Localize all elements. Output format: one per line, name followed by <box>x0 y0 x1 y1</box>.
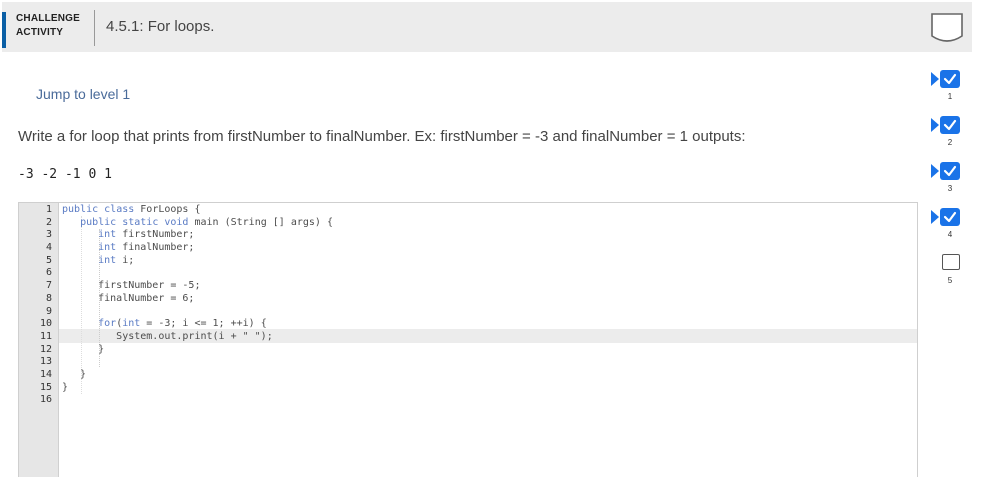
code-line[interactable]: 13 <box>19 356 917 369</box>
code-line[interactable]: 12 } <box>19 344 917 357</box>
line-number: 14 <box>39 368 52 380</box>
header-divider <box>94 10 95 46</box>
code-line[interactable]: 2 public static void main (String [] arg… <box>19 217 917 230</box>
code-lines[interactable]: 1 public class ForLoops {2 public static … <box>19 204 917 407</box>
caret-right-icon <box>931 72 939 86</box>
line-number: 2 <box>45 216 52 228</box>
empty-level-box <box>942 254 960 270</box>
code-line[interactable]: 5 int i; <box>19 255 917 268</box>
code-line[interactable]: 15} <box>19 382 917 395</box>
line-number: 5 <box>45 254 52 266</box>
level-2[interactable]: 2 <box>931 116 967 156</box>
code-line[interactable]: 9 <box>19 306 917 319</box>
challenge-prompt: Write a for loop that prints from firstN… <box>18 128 746 145</box>
code-editor[interactable]: 1 public class ForLoops {2 public static … <box>18 202 918 477</box>
level-indicator: 1 2 3 4 5 <box>931 70 967 300</box>
checkmark-icon <box>940 70 960 88</box>
line-number: 16 <box>39 394 52 406</box>
code-text[interactable]: public class ForLoops { <box>62 204 201 217</box>
level-5[interactable]: 5 <box>931 254 967 294</box>
caret-right-icon <box>931 118 939 132</box>
code-text[interactable]: int firstNumber; <box>62 229 194 242</box>
line-number: 1 <box>45 204 52 215</box>
code-line[interactable]: 7 firstNumber = -5; <box>19 280 917 293</box>
code-line[interactable]: 1 public class ForLoops { <box>19 204 917 217</box>
level-3[interactable]: 3 <box>931 162 967 202</box>
caret-right-icon <box>931 164 939 178</box>
code-text[interactable]: firstNumber = -5; <box>62 280 200 293</box>
code-text[interactable]: finalNumber = 6; <box>62 293 194 306</box>
code-text[interactable]: } <box>62 369 86 382</box>
checkmark-icon <box>940 116 960 134</box>
jump-to-level-link[interactable]: Jump to level 1 <box>36 86 130 102</box>
caret-right-icon <box>931 210 939 224</box>
code-text[interactable]: public static void main (String [] args)… <box>62 217 333 230</box>
line-number: 12 <box>39 343 52 355</box>
code-line[interactable]: 11 System.out.print(i + " "); <box>19 331 917 344</box>
code-text[interactable]: int i; <box>62 255 134 268</box>
label-line-1: CHALLENGE <box>16 13 81 24</box>
level-number: 3 <box>947 184 953 193</box>
line-number: 4 <box>45 242 52 254</box>
code-text[interactable]: for(int = -3; i <= 1; ++i) { <box>62 318 267 331</box>
code-line[interactable]: 6 <box>19 267 917 280</box>
code-line[interactable]: 8 finalNumber = 6; <box>19 293 917 306</box>
code-line[interactable]: 16 <box>19 394 917 407</box>
line-number: 7 <box>45 280 52 292</box>
example-output: -3 -2 -1 0 1 <box>18 167 112 182</box>
header-accent-bar <box>2 12 6 48</box>
level-1[interactable]: 1 <box>931 70 967 110</box>
checkmark-icon <box>940 162 960 180</box>
line-number: 9 <box>45 305 52 317</box>
level-number: 2 <box>947 138 953 147</box>
code-text[interactable]: System.out.print(i + " "); <box>62 331 273 344</box>
level-number: 4 <box>947 230 953 239</box>
line-number: 10 <box>39 318 52 330</box>
line-number: 3 <box>45 229 52 241</box>
code-line[interactable]: 3 int firstNumber; <box>19 229 917 242</box>
code-line[interactable]: 10 for(int = -3; i <= 1; ++i) { <box>19 318 917 331</box>
code-text[interactable]: } <box>62 382 68 395</box>
line-number: 8 <box>45 292 52 304</box>
line-number: 13 <box>39 356 52 368</box>
level-4[interactable]: 4 <box>931 208 967 248</box>
activity-title: 4.5.1: For loops. <box>106 18 215 35</box>
code-line[interactable]: 14 } <box>19 369 917 382</box>
code-text[interactable]: } <box>62 344 104 357</box>
code-line[interactable]: 4 int finalNumber; <box>19 242 917 255</box>
code-text[interactable]: int finalNumber; <box>62 242 194 255</box>
challenge-header: CHALLENGE ACTIVITY 4.5.1: For loops. <box>2 2 972 52</box>
line-number: 15 <box>39 381 52 393</box>
checkmark-icon <box>940 208 960 226</box>
line-number: 6 <box>45 267 52 279</box>
label-line-2: ACTIVITY <box>16 27 64 38</box>
shield-badge-icon <box>931 13 963 42</box>
level-number: 1 <box>947 92 953 101</box>
line-number: 11 <box>39 330 52 342</box>
challenge-activity-label: CHALLENGE ACTIVITY <box>16 12 96 48</box>
level-number: 5 <box>947 276 953 285</box>
